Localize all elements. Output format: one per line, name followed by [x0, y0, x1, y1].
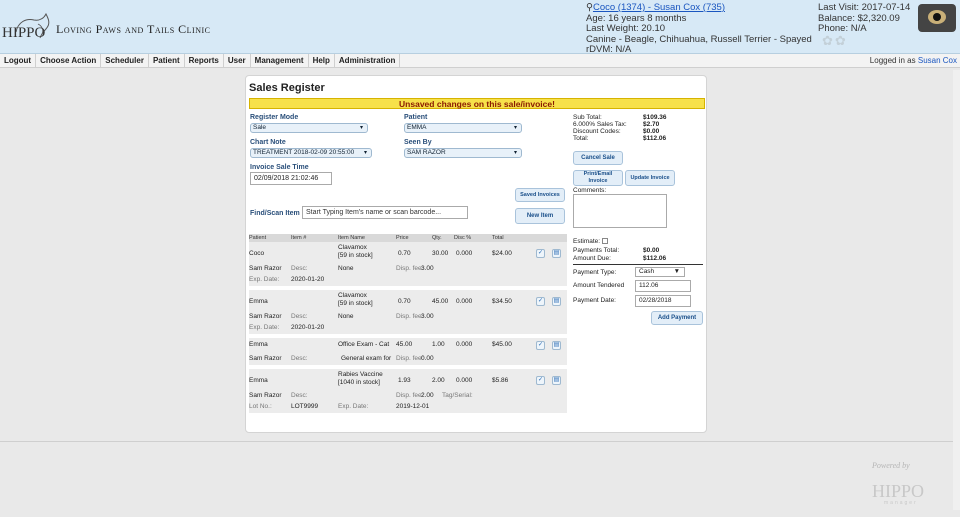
- update-invoice-button[interactable]: Update Invoice: [625, 170, 675, 186]
- delete-icon[interactable]: ▤: [552, 297, 561, 306]
- amount-tendered-label: Amount Tendered: [573, 282, 625, 289]
- last-visit: Last Visit: 2017-07-14: [818, 2, 911, 13]
- footer-logo-sub: manager: [884, 500, 918, 506]
- estimate-label: Estimate:: [573, 238, 608, 245]
- sales-register-panel: Sales Register Unsaved changes on this s…: [245, 75, 707, 433]
- table-row[interactable]: Emma Office Exam - Cat 45.00 1.00 0.000 …: [249, 338, 567, 365]
- main-nav: Logout Choose Action Scheduler Patient R…: [0, 54, 960, 68]
- subtotal-value: $109.36: [643, 114, 667, 121]
- find-item-input[interactable]: Start Typing Item's name or scan barcode…: [302, 206, 468, 219]
- payments-total-value: $0.00: [643, 247, 660, 254]
- delete-icon[interactable]: ▤: [552, 376, 561, 385]
- edit-icon[interactable]: ✓: [536, 297, 545, 306]
- patient-select[interactable]: EMMA ▾: [404, 123, 522, 133]
- patient-info: ⚲Coco (1374) - Susan Cox (735) Age: 16 y…: [586, 2, 812, 56]
- register-mode-label: Register Mode: [250, 114, 299, 121]
- table-row[interactable]: Emma Rabies Vaccine [1040 in stock] 1.93…: [249, 369, 567, 413]
- items-grid: Patient Item # Item Name Price Qty. Disc…: [249, 234, 567, 417]
- find-item-label: Find/Scan Item: [250, 210, 300, 217]
- edit-icon[interactable]: ✓: [536, 376, 545, 385]
- payment-date-label: Payment Date:: [573, 297, 616, 304]
- tax-value: $2.70: [643, 121, 660, 128]
- subtotal-label: Sub Total:: [573, 114, 602, 121]
- total-value: $112.06: [643, 135, 667, 142]
- chart-note-label: Chart Note: [250, 139, 286, 146]
- leaf-icon: ✿✿: [822, 33, 848, 48]
- nav-user[interactable]: User: [224, 54, 251, 68]
- payment-type-select[interactable]: Cash ▼: [635, 267, 685, 277]
- grid-header: Patient Item # Item Name Price Qty. Disc…: [249, 234, 567, 242]
- chevron-down-icon: ▾: [513, 125, 517, 131]
- amount-due-label: Amount Due:: [573, 255, 611, 262]
- nav-management[interactable]: Management: [251, 54, 309, 68]
- patient-label: Patient: [404, 114, 428, 121]
- print-email-invoice-button[interactable]: Print/Email Invoice: [573, 170, 623, 186]
- scrollbar[interactable]: [953, 70, 960, 510]
- footer-divider: [0, 441, 960, 442]
- search-icon[interactable]: ⚲: [586, 2, 593, 13]
- nav-logout[interactable]: Logout: [0, 54, 37, 68]
- nav-administration[interactable]: Administration: [335, 54, 401, 68]
- chevron-down-icon: ▾: [513, 150, 517, 156]
- new-item-button[interactable]: New Item: [515, 208, 565, 224]
- comments-textarea[interactable]: [573, 194, 667, 228]
- user-link[interactable]: Susan Cox: [918, 56, 957, 65]
- payment-date-input[interactable]: 02/28/2018: [635, 295, 691, 307]
- invoice-time-label: Invoice Sale Time: [250, 164, 309, 171]
- chevron-down-icon: ▼: [673, 268, 680, 275]
- total-label: Total:: [573, 135, 589, 142]
- register-mode-select[interactable]: Sale ▾: [250, 123, 368, 133]
- payment-type-label: Payment Type:: [573, 269, 617, 276]
- nav-scheduler[interactable]: Scheduler: [101, 54, 149, 68]
- logo-text: HIPPO: [2, 25, 46, 41]
- add-payment-button[interactable]: Add Payment: [651, 311, 703, 325]
- edit-icon[interactable]: ✓: [536, 249, 545, 258]
- nav-choose-action[interactable]: Choose Action: [36, 54, 102, 68]
- patient-weight: Last Weight: 20.10: [586, 23, 666, 34]
- app-header: HIPPO Loving Paws and Tails Clinic ⚲Coco…: [0, 0, 960, 56]
- patient-photo[interactable]: [918, 4, 956, 32]
- delete-icon[interactable]: ▤: [552, 341, 561, 350]
- patient-link[interactable]: Coco (1374) - Susan Cox (735): [593, 2, 725, 13]
- footer-logo: HIPPO: [872, 481, 925, 501]
- powered-by: Powered by: [872, 461, 910, 470]
- seen-by-select[interactable]: SAM RAZOR ▾: [404, 148, 522, 158]
- nav-help[interactable]: Help: [309, 54, 335, 68]
- unsaved-warning: Unsaved changes on this sale/invoice!: [249, 98, 705, 109]
- divider: [573, 264, 703, 265]
- comments-label: Comments:: [573, 187, 607, 194]
- saved-invoices-button[interactable]: Saved Invoices: [515, 188, 565, 202]
- discount-label: Discount Codes:: [573, 128, 621, 135]
- estimate-checkbox[interactable]: [601, 238, 608, 245]
- nav-patient[interactable]: Patient: [149, 54, 185, 68]
- table-row[interactable]: Coco Clavamox [59 in stock] 0.70 30.00 0…: [249, 242, 567, 286]
- edit-icon[interactable]: ✓: [536, 341, 545, 350]
- delete-icon[interactable]: ▤: [552, 249, 561, 258]
- hippo-logo[interactable]: HIPPO: [2, 12, 54, 46]
- chart-note-select[interactable]: TREATMENT 2018-02-09 20:55:00 ▾: [250, 148, 372, 158]
- table-row[interactable]: Emma Clavamox [59 in stock] 0.70 45.00 0…: [249, 290, 567, 334]
- logged-in: Logged in as Susan Cox: [869, 56, 957, 65]
- visit-info: Last Visit: 2017-07-14 Balance: $2,320.0…: [818, 2, 911, 35]
- invoice-time-input[interactable]: 02/09/2018 21:02:46: [250, 172, 332, 185]
- seen-by-label: Seen By: [404, 139, 432, 146]
- nav-reports[interactable]: Reports: [185, 54, 224, 68]
- clinic-name: Loving Paws and Tails Clinic: [56, 22, 211, 36]
- cancel-sale-button[interactable]: Cancel Sale: [573, 151, 623, 165]
- amount-tendered-input[interactable]: 112.06: [635, 280, 691, 292]
- chevron-down-icon: ▾: [359, 125, 363, 131]
- payments-total-label: Payments Total:: [573, 247, 620, 254]
- discount-value: $0.00: [643, 128, 660, 135]
- page-title: Sales Register: [249, 82, 325, 94]
- tax-label: 6.000% Sales Tax:: [573, 121, 627, 128]
- amount-due-value: $112.06: [643, 255, 667, 262]
- chevron-down-icon: ▾: [363, 150, 367, 156]
